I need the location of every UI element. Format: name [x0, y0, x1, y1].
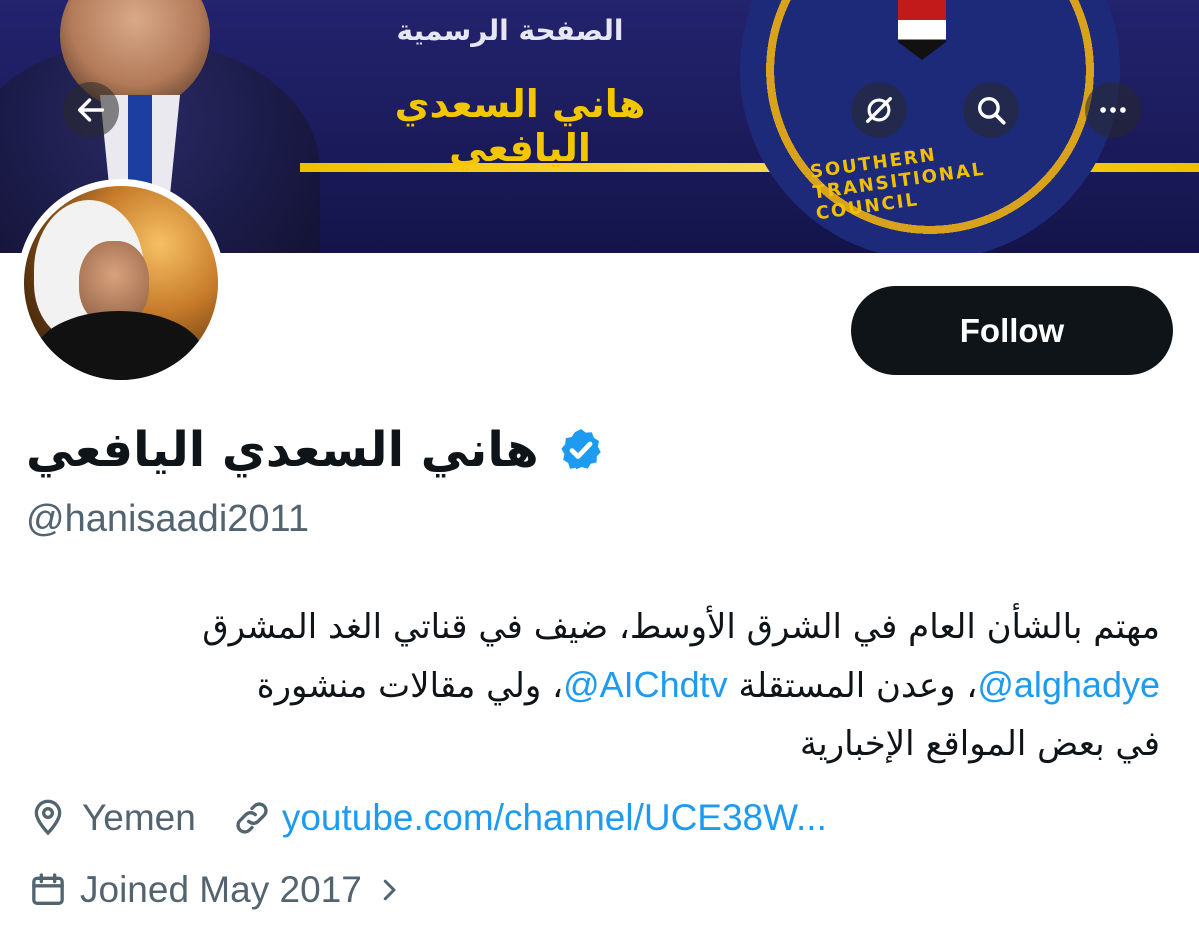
profile-handle: @hanisaadi2011 [26, 498, 309, 540]
grok-icon [865, 96, 893, 124]
bio-text-3: ، ولي مقالات منشورة [256, 666, 564, 706]
back-button[interactable] [63, 82, 119, 138]
mention-link-aichdtv[interactable]: @AIChdtv [563, 664, 728, 705]
follow-button[interactable]: Follow [851, 286, 1173, 375]
banner-title: هاني السعدي اليافعي [394, 82, 646, 170]
link-icon [236, 802, 268, 834]
bio-line-2: @alghadye، وعدن المستقلة @AIChdtv، ولي م… [20, 656, 1160, 715]
profile-website-link[interactable]: youtube.com/channel/UCE38W... [282, 797, 827, 839]
calendar-icon [32, 873, 64, 905]
name-row: هاني السعدي اليافعي [26, 415, 605, 485]
joined-row[interactable]: Joined May 2017 [28, 869, 404, 911]
banner-subtitle: الصفحة الرسمية [396, 14, 624, 47]
more-dots-icon [1100, 107, 1126, 113]
joined-date: Joined May 2017 [80, 869, 362, 910]
grok-button[interactable] [851, 82, 907, 138]
profile-avatar[interactable] [17, 179, 225, 387]
profile-bio: مهتم بالشأن العام في الشرق الأوسط، ضيف ف… [20, 598, 1160, 773]
arrow-left-icon [77, 98, 105, 122]
avatar-photo [24, 186, 218, 380]
verified-badge-icon[interactable] [557, 426, 605, 474]
bio-text-2: ، وعدن المستقلة [727, 666, 978, 706]
location-pin-icon [34, 799, 62, 836]
mention-link-alghadye[interactable]: @alghadye [977, 664, 1160, 705]
bio-line-1: مهتم بالشأن العام في الشرق الأوسط، ضيف ف… [202, 607, 1160, 647]
search-icon [977, 96, 1006, 125]
chevron-right-icon [383, 879, 396, 901]
display-name: هاني السعدي اليافعي [26, 422, 539, 478]
more-button[interactable] [1085, 82, 1141, 138]
search-button[interactable] [963, 82, 1019, 138]
profile-location: Yemen [82, 797, 196, 838]
bio-line-3: في بعض المواقع الإخبارية [800, 724, 1160, 764]
profile-meta-row: Yemen youtube.com/channel/UCE38W... [28, 797, 827, 839]
